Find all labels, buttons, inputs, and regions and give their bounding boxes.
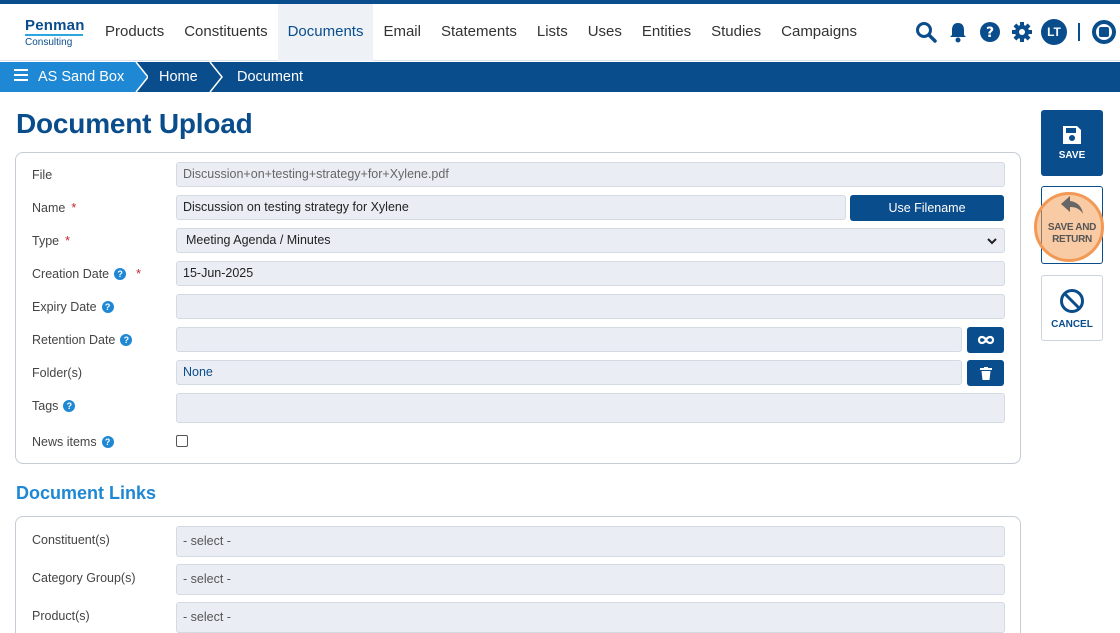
nav-item-uses[interactable]: Uses [578, 4, 632, 61]
nav-item-entities[interactable]: Entities [632, 4, 701, 61]
news-items-checkbox[interactable] [176, 435, 188, 447]
breadcrumb-chevron-icon [134, 62, 148, 92]
nav-item-constituents[interactable]: Constituents [174, 4, 277, 61]
retention-date-label: Retention Date? [32, 333, 133, 347]
save-and-return-label-line1: SAVE AND [1047, 222, 1097, 233]
creation-date-label: Creation Date? * [32, 267, 141, 281]
constituents-select[interactable]: - select - [176, 526, 1005, 557]
reply-arrow-icon [1061, 196, 1083, 214]
file-label: File [32, 168, 53, 182]
breadcrumb-chevron-icon [209, 62, 223, 92]
breadcrumb-document: Document [237, 69, 304, 85]
category-groups-select[interactable]: - select - [176, 564, 1005, 595]
logo-divider [25, 34, 83, 36]
help-icon[interactable]: ? [101, 436, 114, 448]
document-links-title: Document Links [16, 483, 157, 503]
svg-text:?: ? [986, 25, 994, 41]
constituents-label: Constituent(s) [32, 533, 110, 547]
expiry-date-input[interactable] [176, 294, 1005, 319]
penman-logo[interactable]: Penman Consulting [25, 18, 85, 48]
nav-item-email[interactable]: Email [373, 4, 431, 61]
folders-field[interactable]: None [176, 360, 962, 385]
nav-item-studies[interactable]: Studies [701, 4, 771, 61]
use-filename-button[interactable]: Use Filename [850, 195, 1004, 221]
cancel-icon [1060, 289, 1084, 313]
type-select[interactable]: Meeting Agenda / Minutes [176, 228, 1005, 253]
tags-label: Tags? [32, 399, 76, 413]
cancel-label: CANCEL [1051, 319, 1093, 330]
floppy-disk-icon [1063, 126, 1081, 144]
save-label: SAVE [1058, 150, 1086, 161]
chevron-down-icon [987, 238, 997, 245]
breadcrumb: AS Sand Box Home Document [0, 62, 1120, 92]
user-avatar[interactable]: LT [1038, 18, 1070, 46]
nav-item-statements[interactable]: Statements [431, 4, 527, 61]
help-icon[interactable]: ? [120, 334, 133, 346]
nav-item-documents[interactable]: Documents [277, 4, 374, 61]
folders-label: Folder(s) [32, 366, 83, 380]
cancel-button[interactable]: CANCEL [1041, 275, 1103, 341]
logo-line1: Penman [25, 17, 85, 34]
main-menu: Products Constituents Documents Email St… [95, 4, 867, 61]
breadcrumb-root-label: AS Sand Box [38, 69, 125, 85]
save-and-return-label-line2: RETURN [1052, 234, 1092, 245]
file-field[interactable]: Discussion+on+testing+strategy+for+Xylen… [176, 162, 1005, 187]
nav-item-campaigns[interactable]: Campaigns [771, 4, 867, 61]
products-label: Product(s) [32, 609, 90, 623]
breadcrumb-home[interactable]: Home [159, 62, 198, 92]
infinity-icon [977, 335, 994, 345]
bell-icon[interactable] [942, 18, 974, 46]
infinity-button[interactable] [967, 327, 1004, 353]
nav-separator [1078, 23, 1080, 41]
nav-icons: ? LT [910, 18, 1120, 46]
products-select[interactable]: - select - [176, 602, 1005, 633]
breadcrumb-root[interactable]: AS Sand Box [0, 62, 136, 92]
clear-folders-button[interactable] [967, 360, 1004, 386]
type-select-value: Meeting Agenda / Minutes [186, 233, 331, 247]
tags-input[interactable] [176, 393, 1005, 423]
nav-item-lists[interactable]: Lists [527, 4, 578, 61]
help-icon[interactable]: ? [63, 400, 76, 412]
search-icon[interactable] [910, 18, 942, 46]
document-links-card: Constituent(s) - select - Category Group… [15, 516, 1021, 633]
avatar-initials: LT [1041, 19, 1067, 45]
news-items-label: News items? [32, 435, 114, 449]
gear-icon[interactable] [1006, 18, 1038, 46]
app-switcher-icon[interactable] [1088, 18, 1120, 46]
name-label: Name * [32, 201, 77, 215]
logo-line2: Consulting [25, 37, 73, 48]
page-title: Document Upload [16, 108, 253, 139]
nav-item-products[interactable]: Products [95, 4, 174, 61]
help-icon[interactable]: ? [101, 301, 114, 313]
document-form-card: File Discussion+on+testing+strategy+for+… [15, 152, 1021, 464]
top-nav: Penman Consulting Products Constituents … [0, 4, 1120, 61]
retention-date-input[interactable] [176, 327, 962, 352]
creation-date-input[interactable]: 15-Jun-2025 [176, 261, 1005, 286]
help-icon[interactable]: ? [974, 18, 1006, 46]
name-input[interactable]: Discussion on testing strategy for Xylen… [176, 195, 846, 220]
save-and-return-content[interactable]: SAVE AND RETURN [1041, 194, 1103, 246]
type-label: Type * [32, 234, 70, 248]
save-button[interactable]: SAVE [1041, 110, 1103, 176]
hamburger-menu-icon[interactable] [14, 62, 28, 92]
category-groups-label: Category Group(s) [32, 571, 136, 585]
expiry-date-label: Expiry Date? [32, 300, 114, 314]
trash-icon [979, 366, 992, 380]
help-icon[interactable]: ? [114, 268, 127, 280]
